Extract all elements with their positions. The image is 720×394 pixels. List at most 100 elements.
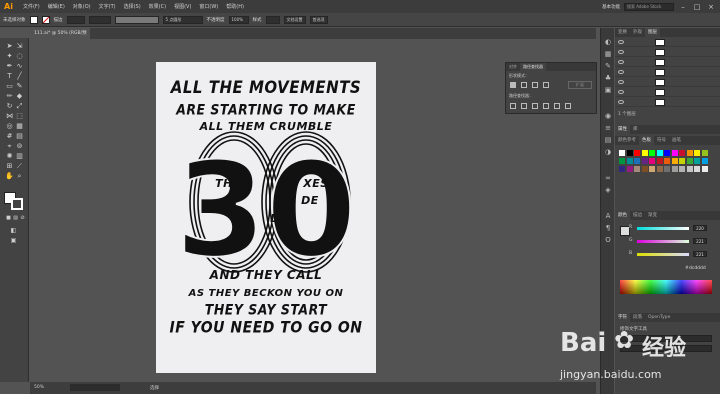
stroke-panel-icon[interactable]: ≡ [604, 124, 612, 132]
visibility-icon[interactable] [618, 70, 624, 74]
layer-row[interactable] [615, 68, 720, 77]
stroke-color-box[interactable] [11, 198, 23, 210]
swatch[interactable] [634, 150, 640, 156]
gradient-panel-icon[interactable]: ▤ [604, 136, 612, 144]
tab-transform[interactable]: 变换 [615, 28, 630, 37]
tab-stroke[interactable]: 描边 [630, 211, 645, 220]
eyedropper-tool-icon[interactable]: ⌖ [5, 142, 14, 151]
swatch[interactable] [634, 158, 640, 164]
stock-search-input[interactable]: 搜索 Adobe Stock [624, 2, 674, 11]
visibility-icon[interactable] [618, 100, 624, 104]
swatch[interactable] [701, 158, 708, 164]
swatch[interactable] [626, 166, 633, 172]
tab-pathfinder[interactable]: 路径查找器 [520, 63, 546, 71]
document-setup-button[interactable]: 文档设置 [283, 15, 306, 24]
tab-symbols[interactable]: 符号 [654, 136, 669, 145]
tab-gradient[interactable]: 渐变 [645, 211, 660, 220]
layer-row[interactable] [615, 78, 720, 87]
swatch[interactable] [626, 150, 633, 156]
close-button[interactable]: × [706, 3, 716, 11]
shape-builder-tool-icon[interactable]: ◎ [5, 122, 14, 131]
channel-g-slider[interactable] [637, 240, 689, 243]
fill-swatch[interactable] [29, 15, 38, 24]
minus-front-icon[interactable] [521, 82, 527, 88]
merge-icon[interactable] [532, 103, 538, 109]
swatch[interactable] [656, 158, 663, 164]
color-panel-icon[interactable]: ◐ [604, 38, 612, 46]
menu-view[interactable]: 视图(V) [170, 3, 195, 10]
pen-tool-icon[interactable]: ✒ [5, 62, 14, 71]
mesh-tool-icon[interactable]: # [5, 132, 14, 141]
swatch[interactable] [649, 150, 655, 156]
tab-align[interactable]: 对齐 [506, 63, 520, 71]
tab-appearance[interactable]: 外观 [630, 28, 645, 37]
swatch[interactable] [656, 150, 663, 156]
selection-tool-icon[interactable]: ➤ [5, 42, 14, 51]
visibility-icon[interactable] [618, 50, 624, 54]
swatch[interactable] [694, 166, 700, 172]
blend-tool-icon[interactable]: ⊚ [15, 142, 24, 151]
draw-mode-icon[interactable]: ◧ [9, 226, 18, 235]
direct-selection-tool-icon[interactable]: ⇲ [15, 42, 24, 51]
swatch[interactable] [664, 158, 670, 164]
color-guide-icon[interactable]: ▦ [604, 50, 612, 58]
layer-row[interactable] [615, 98, 720, 107]
symbols-icon[interactable]: ♣ [604, 74, 612, 82]
visibility-icon[interactable] [618, 90, 624, 94]
free-transform-tool-icon[interactable]: ⬚ [15, 112, 24, 121]
tab-brushes[interactable]: 画笔 [669, 136, 684, 145]
swatch[interactable] [686, 150, 693, 156]
swatch[interactable] [656, 166, 663, 172]
swatch[interactable] [626, 158, 633, 164]
screen-mode-icon[interactable]: ▣ [9, 236, 18, 245]
menu-help[interactable]: 帮助(H) [222, 3, 248, 10]
image-trace-icon[interactable]: ◈ [604, 186, 612, 194]
swatch[interactable] [664, 166, 670, 172]
preferences-button[interactable]: 首选项 [309, 15, 328, 24]
swatch[interactable] [664, 150, 670, 156]
zoom-tool-icon[interactable]: ⌕ [15, 172, 24, 181]
zoom-level[interactable]: 50% [34, 385, 44, 390]
swatch[interactable] [671, 158, 678, 164]
swatch[interactable] [649, 166, 655, 172]
brush-select[interactable] [114, 15, 159, 24]
lasso-tool-icon[interactable]: ◌ [15, 52, 24, 61]
magic-wand-tool-icon[interactable]: ✦ [5, 52, 14, 61]
swatch[interactable] [679, 158, 685, 164]
variable-width-select[interactable] [88, 15, 111, 24]
intersect-icon[interactable] [532, 82, 538, 88]
channel-r-value[interactable]: 220 [693, 225, 707, 231]
channel-b-value[interactable]: 221 [693, 251, 707, 257]
pencil-tool-icon[interactable]: ✏ [5, 92, 14, 101]
perspective-grid-tool-icon[interactable]: ▦ [15, 122, 24, 131]
symbol-sprayer-tool-icon[interactable]: ✺ [5, 152, 14, 161]
tab-properties[interactable]: 属性 [615, 125, 630, 134]
swatch[interactable] [641, 166, 648, 172]
swatch[interactable] [679, 150, 685, 156]
style-select[interactable] [265, 15, 280, 24]
opacity-input[interactable]: 100% [228, 15, 249, 24]
swatch[interactable] [634, 166, 640, 172]
brush-definition[interactable]: 5 点圆形 [162, 15, 203, 24]
exclude-icon[interactable] [543, 82, 549, 88]
slice-tool-icon[interactable]: ⟋ [15, 162, 24, 171]
menu-object[interactable]: 对象(O) [69, 3, 95, 10]
rotate-tool-icon[interactable]: ↻ [5, 102, 14, 111]
artboard-nav[interactable] [70, 384, 120, 391]
line-tool-icon[interactable]: ╱ [15, 72, 24, 81]
minus-back-icon[interactable] [565, 103, 571, 109]
channel-r-slider[interactable] [637, 227, 689, 230]
scale-tool-icon[interactable]: ⤢ [15, 102, 24, 111]
menu-select[interactable]: 选择(S) [120, 3, 145, 10]
column-graph-tool-icon[interactable]: ▥ [15, 152, 24, 161]
menu-window[interactable]: 窗口(W) [195, 3, 222, 10]
transparency-icon[interactable]: ◑ [604, 148, 612, 156]
swatch[interactable] [619, 150, 625, 156]
outline-icon[interactable] [554, 103, 560, 109]
paintbrush-tool-icon[interactable]: ✎ [15, 82, 24, 91]
menu-file[interactable]: 文件(F) [19, 3, 44, 10]
type-tool-icon[interactable]: T [5, 72, 14, 81]
gradient-tool-icon[interactable]: ▤ [15, 132, 24, 141]
trim-icon[interactable] [521, 103, 527, 109]
tab-libraries[interactable]: 库 [630, 125, 641, 134]
